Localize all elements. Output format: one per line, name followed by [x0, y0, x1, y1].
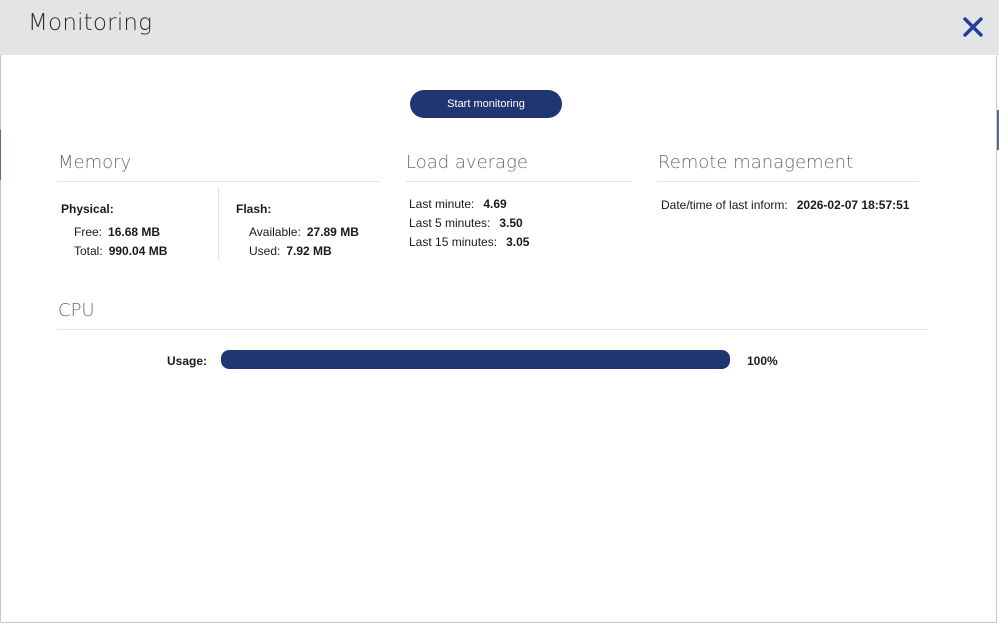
load-label-5m: Last 5 minutes:: [409, 216, 491, 230]
close-button[interactable]: [958, 12, 988, 42]
load-value-15m: 3.05: [506, 235, 530, 249]
flash-available-label: Available:: [249, 225, 301, 239]
load-value-5m: 3.50: [499, 216, 523, 230]
flash-available-value: 27.89 MB: [306, 225, 359, 239]
load-label-15m: Last 15 minutes:: [409, 235, 498, 249]
last-inform-label: Date/time of last inform:: [661, 198, 788, 212]
memory-divider: [58, 181, 380, 182]
load-label-1m: Last minute:: [409, 197, 475, 211]
flash-used-value: 7.92 MB: [286, 244, 332, 258]
remote-management-divider: [658, 181, 919, 182]
physical-free-label: Free:: [74, 225, 103, 239]
load-row-15m: Last 15 minutes: 3.05: [409, 235, 529, 249]
flash-used-row: Used: 7.92 MB: [249, 244, 332, 258]
physical-total-label: Total:: [74, 244, 103, 258]
memory-section-title: Memory: [58, 152, 132, 173]
physical-heading: Physical:: [61, 202, 114, 216]
load-value-1m: 4.69: [483, 197, 507, 211]
cpu-divider: [58, 329, 928, 330]
load-row-1m: Last minute: 4.69: [409, 197, 507, 211]
cpu-usage-percent: 100%: [747, 354, 778, 368]
physical-total-row: Total: 990.04 MB: [74, 244, 167, 258]
load-average-divider: [406, 181, 632, 182]
cpu-section-title: CPU: [58, 300, 95, 321]
cpu-usage-fill: [221, 350, 730, 369]
flash-used-label: Used:: [249, 244, 281, 258]
cpu-usage-bar: [221, 350, 730, 369]
memory-column-divider: [218, 187, 219, 260]
dialog-title: Monitoring: [28, 10, 153, 36]
flash-available-row: Available: 27.89 MB: [249, 225, 359, 239]
physical-free-row: Free: 16.68 MB: [74, 225, 160, 239]
background-edge: [0, 130, 1, 180]
dialog-header: Monitoring: [0, 0, 999, 55]
load-row-5m: Last 5 minutes: 3.50: [409, 216, 523, 230]
physical-free-value: 16.68 MB: [108, 225, 161, 239]
load-average-section-title: Load average: [406, 152, 528, 173]
close-icon: [963, 17, 983, 37]
start-monitoring-button[interactable]: Start monitoring: [410, 90, 562, 118]
remote-management-section-title: Remote management: [658, 152, 854, 173]
last-inform-row: Date/time of last inform: 2026-02-07 18:5…: [661, 198, 909, 212]
flash-heading: Flash:: [236, 202, 272, 216]
last-inform-value: 2026-02-07 18:57:51: [796, 198, 910, 212]
cpu-usage-label: Usage:: [167, 354, 208, 368]
physical-total-value: 990.04 MB: [108, 244, 168, 258]
